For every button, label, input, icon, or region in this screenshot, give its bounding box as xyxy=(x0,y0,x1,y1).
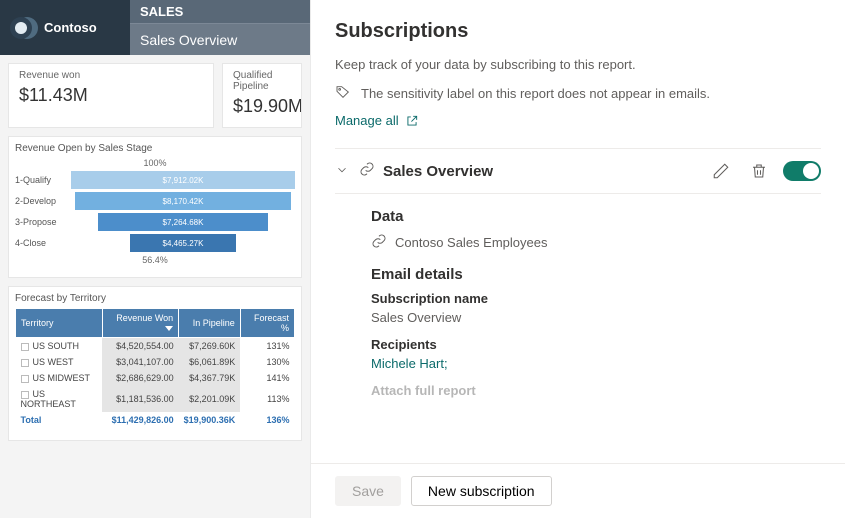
data-source-row: Contoso Sales Employees xyxy=(371,233,813,252)
bar-label: 3-Propose xyxy=(15,217,71,227)
enabled-toggle[interactable] xyxy=(783,161,821,181)
territory-table: TerritoryRevenue WonIn PipelineForecast … xyxy=(15,308,295,428)
table-row[interactable]: US NORTHEAST$1,181,536.00$2,201.09K113% xyxy=(16,386,295,412)
chart-bar-row: 3-Propose $7,264.68K xyxy=(15,213,295,231)
table-header[interactable]: In Pipeline xyxy=(179,309,241,338)
chart-bar-row: 2-Develop $8,170.42K xyxy=(15,192,295,210)
subscription-name-value: Sales Overview xyxy=(371,310,813,325)
new-subscription-button[interactable]: New subscription xyxy=(411,476,552,506)
bar-value: $4,465.27K xyxy=(130,234,235,252)
delete-button[interactable] xyxy=(745,157,773,185)
tag-icon xyxy=(335,84,351,103)
table-header[interactable]: Territory xyxy=(16,309,103,338)
panel-title: Forecast by Territory xyxy=(15,293,295,304)
manage-all-link[interactable]: Manage all xyxy=(335,113,821,128)
link-icon xyxy=(359,161,375,181)
recipients-label: Recipients xyxy=(371,337,813,352)
sensitivity-text: The sensitivity label on this report doe… xyxy=(361,86,710,101)
bar-value: $7,264.68K xyxy=(98,213,268,231)
link-icon xyxy=(371,233,387,252)
bar-label: 1-Qualify xyxy=(15,175,71,185)
save-button[interactable]: Save xyxy=(335,476,401,506)
brand-name: Contoso xyxy=(44,20,97,35)
table-row[interactable]: US WEST$3,041,107.00$6,061.89K130% xyxy=(16,354,295,370)
bottom-percent: 56.4% xyxy=(15,255,295,265)
attach-label: Attach full report xyxy=(371,383,813,398)
table-total-row: Total$11,429,826.00$19,900.36K136% xyxy=(16,412,295,428)
chart-bar-row: 4-Close $4,465.27K xyxy=(15,234,295,252)
bar-label: 2-Develop xyxy=(15,196,71,206)
manage-all-label: Manage all xyxy=(335,113,399,128)
kpi-qualified-pipeline[interactable]: Qualified Pipeline $19.90M xyxy=(222,63,302,128)
bar-value: $7,912.02K xyxy=(71,171,295,189)
expand-toggle[interactable] xyxy=(335,163,349,180)
territory-table-panel[interactable]: Forecast by Territory TerritoryRevenue W… xyxy=(8,286,302,441)
data-heading: Data xyxy=(371,208,813,225)
panel-title: Revenue Open by Sales Stage xyxy=(15,143,295,154)
chart-bar-row: 1-Qualify$7,912.02K xyxy=(15,171,295,189)
table-header[interactable]: Revenue Won xyxy=(102,309,179,338)
bar-value: $8,170.42K xyxy=(75,192,290,210)
panel-title: Subscriptions xyxy=(335,20,821,43)
subscription-header: Sales Overview xyxy=(335,148,821,194)
row-checkbox[interactable] xyxy=(21,343,29,351)
data-source-value: Contoso Sales Employees xyxy=(395,235,547,250)
subscription-name-label: Subscription name xyxy=(371,291,813,306)
panel-footer: Save New subscription xyxy=(311,463,845,518)
subscription-title: Sales Overview xyxy=(383,163,493,180)
recipients-value: Michele Hart; xyxy=(371,356,813,371)
top-percent: 100% xyxy=(15,158,295,168)
edit-button[interactable] xyxy=(707,157,735,185)
kpi-value: $19.90M xyxy=(233,96,291,117)
kpi-revenue-won[interactable]: Revenue won $11.43M xyxy=(8,63,214,128)
row-checkbox[interactable] xyxy=(21,391,29,399)
brand-area[interactable]: Contoso xyxy=(0,0,130,55)
dashboard-pane: Revenue won $11.43M Qualified Pipeline $… xyxy=(0,55,310,518)
panel-description: Keep track of your data by subscribing t… xyxy=(335,57,821,72)
subscriptions-panel: Subscriptions Keep track of your data by… xyxy=(310,0,845,518)
kpi-value: $11.43M xyxy=(19,85,203,106)
bar-label: 4-Close xyxy=(15,238,71,248)
brand-logo-icon xyxy=(10,15,36,41)
table-header[interactable]: Forecast % xyxy=(240,309,294,338)
row-checkbox[interactable] xyxy=(21,359,29,367)
stages-chart-panel[interactable]: Revenue Open by Sales Stage 100% 1-Quali… xyxy=(8,136,302,278)
table-row[interactable]: US MIDWEST$2,686,629.00$4,367.79K141% xyxy=(16,370,295,386)
kpi-label: Qualified Pipeline xyxy=(233,70,291,92)
table-row[interactable]: US SOUTH$4,520,554.00$7,269.60K131% xyxy=(16,338,295,355)
kpi-label: Revenue won xyxy=(19,70,203,81)
sensitivity-info: The sensitivity label on this report doe… xyxy=(335,84,821,103)
row-checkbox[interactable] xyxy=(21,375,29,383)
email-heading: Email details xyxy=(371,266,813,283)
